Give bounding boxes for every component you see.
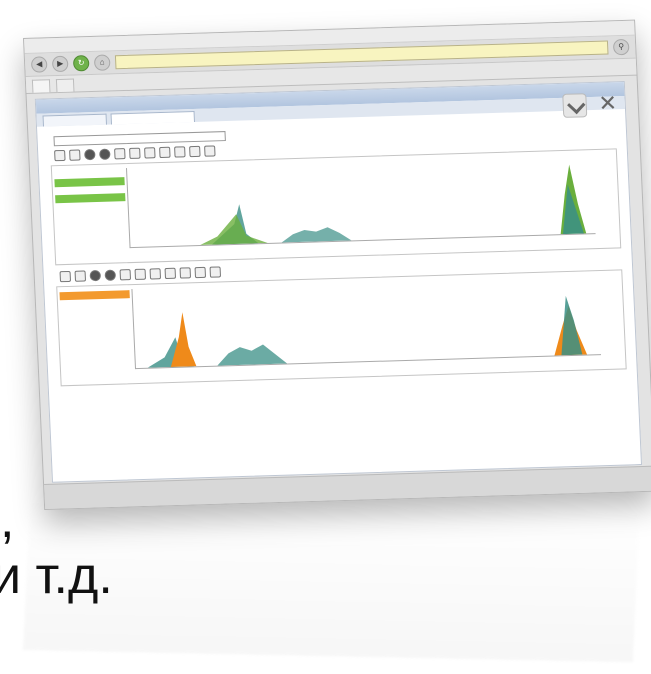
- export-icon[interactable]: [174, 146, 186, 158]
- plot-svg-2: [147, 295, 588, 368]
- pan-icon[interactable]: [89, 269, 102, 282]
- export-icon[interactable]: [179, 267, 192, 279]
- plot-area-1[interactable]: [125, 154, 596, 249]
- home-icon[interactable]: ⌂: [93, 54, 111, 71]
- legend-heading: [54, 166, 124, 168]
- close-icon[interactable]: ✕: [596, 90, 619, 116]
- browser-tab[interactable]: [31, 79, 51, 93]
- forward-step-icon[interactable]: [129, 147, 141, 159]
- select-icon[interactable]: [104, 269, 117, 281]
- application-window: ✕: [34, 81, 643, 483]
- series-teal-area-2: [281, 227, 352, 243]
- caption-text: и т.д.: [0, 547, 113, 605]
- select-icon[interactable]: [99, 148, 111, 160]
- window-reflection: [23, 500, 640, 663]
- settings-icon[interactable]: [204, 145, 216, 157]
- legend-item[interactable]: [61, 330, 131, 340]
- pan-icon[interactable]: [84, 148, 96, 161]
- grid-icon[interactable]: [144, 147, 156, 159]
- table-icon[interactable]: [159, 146, 171, 159]
- back-step-icon[interactable]: [119, 269, 132, 281]
- zoom-out-icon[interactable]: [69, 149, 81, 161]
- legend-2: [59, 287, 133, 379]
- table-icon[interactable]: [164, 267, 177, 280]
- app-tab-active[interactable]: [110, 110, 196, 125]
- scene: ◀ ▶ ↻ ⌂ ⚲ ✕ , и т.д.: [0, 0, 651, 674]
- zoom-in-icon[interactable]: [54, 149, 66, 162]
- series-teal-spike: [561, 295, 583, 356]
- legend-1: [54, 166, 128, 258]
- legend-heading: [59, 287, 129, 289]
- app-tab[interactable]: [42, 113, 108, 127]
- chart-panel-1: [50, 148, 622, 266]
- zoom-out-icon[interactable]: [74, 270, 87, 282]
- plot-area-2[interactable]: [131, 275, 602, 370]
- search-icon[interactable]: ⚲: [612, 38, 630, 56]
- browser-window: ◀ ▶ ↻ ⌂ ⚲ ✕: [23, 19, 651, 510]
- back-icon[interactable]: ◀: [30, 56, 48, 73]
- download-icon[interactable]: [562, 93, 588, 118]
- forward-icon[interactable]: ▶: [51, 55, 69, 73]
- chart-panel-2: [56, 269, 627, 387]
- zoom-in-icon[interactable]: [59, 270, 72, 283]
- legend-item[interactable]: [56, 217, 126, 227]
- reload-icon[interactable]: ↻: [72, 55, 90, 72]
- caption-comma: ,: [0, 491, 15, 549]
- series-green-area: [200, 214, 268, 245]
- series-teal-area-2: [217, 344, 288, 366]
- forward-step-icon[interactable]: [134, 268, 147, 280]
- plot-svg-1: [200, 164, 587, 245]
- back-step-icon[interactable]: [114, 148, 126, 160]
- line-icon[interactable]: [189, 145, 201, 158]
- browser-tab-active[interactable]: [55, 78, 75, 93]
- grid-icon[interactable]: [149, 268, 162, 280]
- settings-icon[interactable]: [209, 266, 222, 278]
- source-select[interactable]: [53, 131, 226, 147]
- line-icon[interactable]: [194, 266, 207, 279]
